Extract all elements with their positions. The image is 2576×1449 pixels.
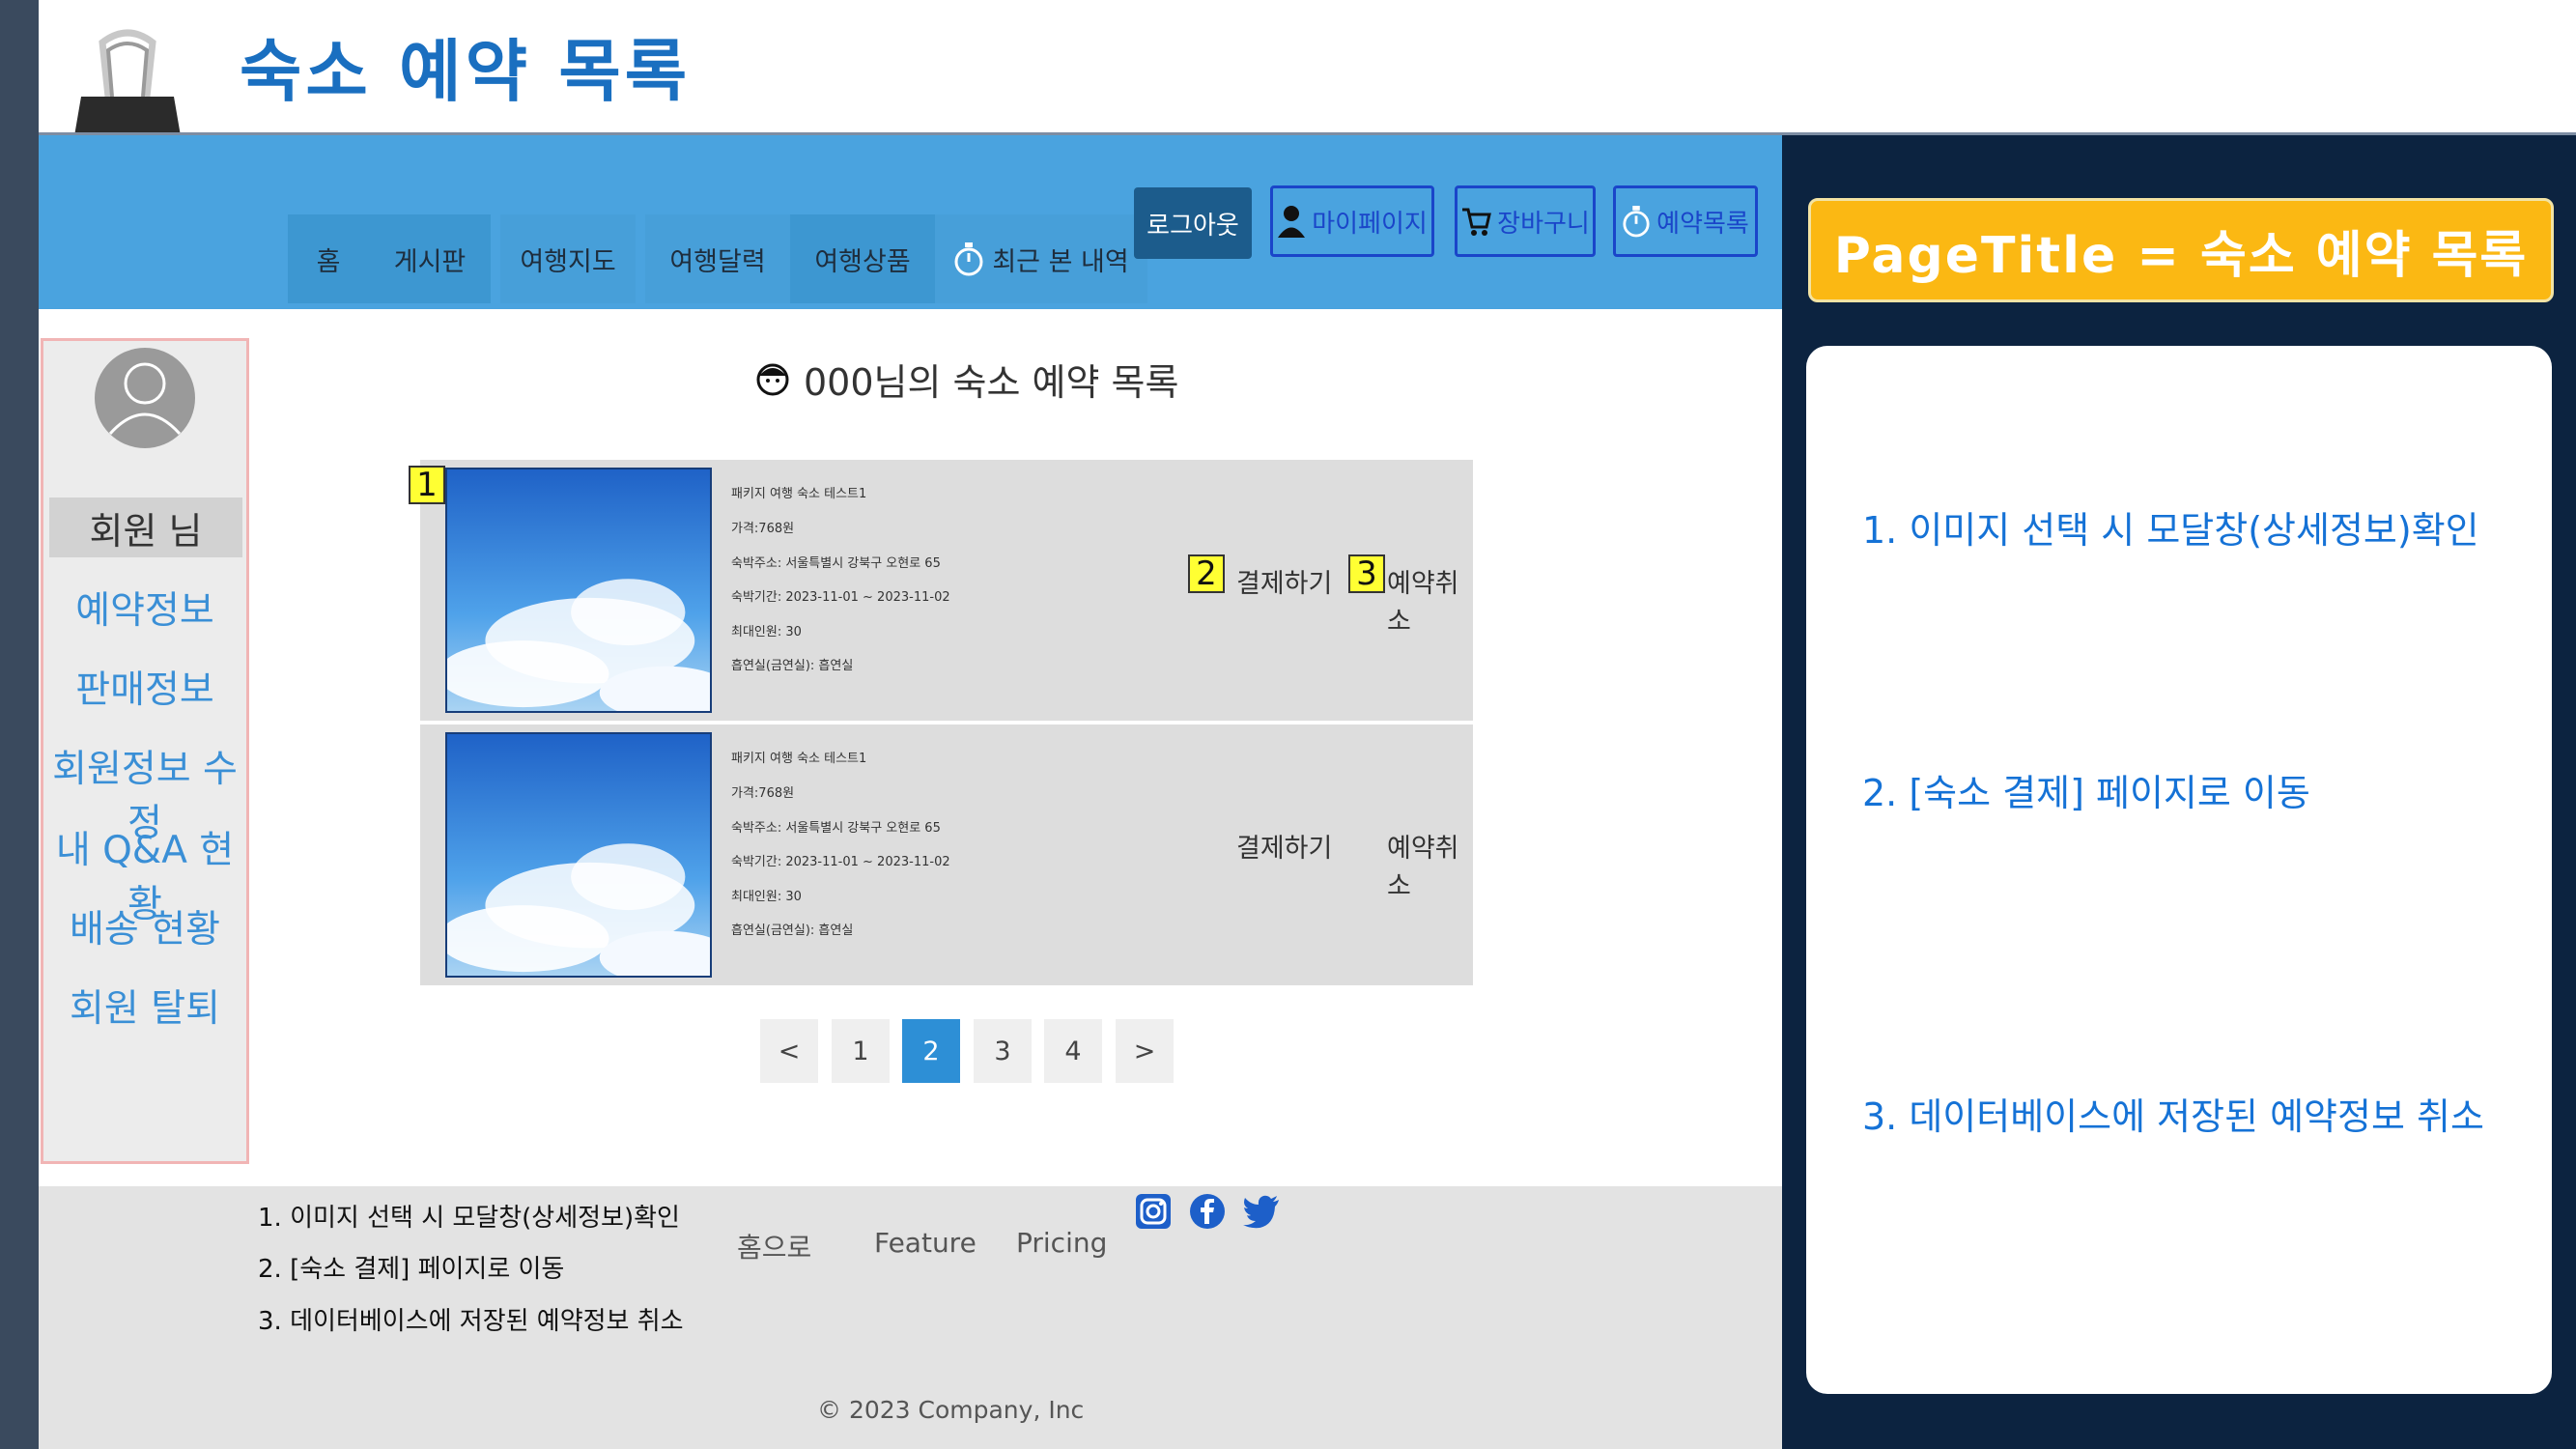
pagination-page-current[interactable]: 2 bbox=[902, 1019, 960, 1083]
room-name: 패키지 여행 숙소 테스트1 bbox=[731, 752, 867, 766]
sidebar-item-sales-info[interactable]: 판매정보 bbox=[43, 660, 246, 714]
cart-label: 장바구니 bbox=[1497, 209, 1590, 239]
reservation-row: 1 패키지 여행 숙소 테스트1 가격:768원 숙박주소: 서울특별시 강북구… bbox=[409, 460, 1473, 721]
reservation-list-label: 예약목록 bbox=[1656, 209, 1749, 239]
person-icon bbox=[1278, 206, 1306, 238]
max-people: 최대인원: 30 bbox=[731, 625, 802, 639]
stay-period: 숙박기간: 2023-11-01 ~ 2023-11-02 bbox=[731, 855, 950, 869]
room-address: 숙박주소: 서울특별시 강북구 오현로 65 bbox=[731, 821, 941, 836]
footer-note: 1. 이미지 선택 시 모달창(상세정보)확인 bbox=[258, 1204, 680, 1233]
max-people: 최대인원: 30 bbox=[731, 890, 802, 904]
smoking-room: 흡연실(금연실): 흡연실 bbox=[731, 659, 854, 673]
annotation-note: 3. 데이터베이스에 저장된 예약정보 취소 bbox=[1862, 1095, 2484, 1138]
smoking-room: 흡연실(금연실): 흡연실 bbox=[731, 923, 854, 938]
reservation-list-button[interactable]: 예약목록 bbox=[1613, 185, 1758, 257]
room-price: 가격:768원 bbox=[731, 522, 795, 536]
stopwatch-icon bbox=[1623, 206, 1650, 238]
footer-note: 3. 데이터베이스에 저장된 예약정보 취소 bbox=[258, 1307, 684, 1336]
mypage-sidebar: 회원 님 예약정보 판매정보 회원정보 수정 내 Q&A 현황 배송 현황 회원… bbox=[41, 338, 249, 1164]
cancel-reservation-button[interactable]: 예약취소 bbox=[1387, 562, 1473, 638]
nav-travel-calendar[interactable]: 여행달력 bbox=[645, 214, 790, 303]
pay-button[interactable]: 결제하기 bbox=[1236, 562, 1332, 600]
top-navbar: 홈 게시판 여행지도 여행달력 여행상품 최근 본 내역 로그아웃 마이페이지 … bbox=[39, 135, 1782, 309]
cart-button[interactable]: 장바구니 bbox=[1455, 185, 1596, 257]
reservation-list-heading: 000님의 숙소 예약 목록 bbox=[755, 353, 1178, 406]
pay-button[interactable]: 결제하기 bbox=[1236, 827, 1332, 865]
document-title: 숙소 예약 목록 bbox=[240, 32, 692, 111]
nav-recent-label: 최근 본 내역 bbox=[992, 246, 1129, 277]
cancel-reservation-button[interactable]: 예약취소 bbox=[1387, 827, 1473, 902]
pagination-page[interactable]: 3 bbox=[974, 1019, 1032, 1083]
room-price: 가격:768원 bbox=[731, 786, 795, 801]
annotation-badge: 1 bbox=[409, 466, 445, 504]
mypage-label: 마이페이지 bbox=[1312, 209, 1428, 239]
mypage-button[interactable]: 마이페이지 bbox=[1270, 185, 1434, 257]
sidebar-item-reservation-info[interactable]: 예약정보 bbox=[43, 581, 246, 635]
room-thumbnail[interactable] bbox=[445, 468, 712, 713]
pagination-page[interactable]: 4 bbox=[1044, 1019, 1102, 1083]
annotation-badge: 3 bbox=[1348, 554, 1385, 593]
footer-link-feature[interactable]: Feature bbox=[874, 1227, 977, 1259]
room-thumbnail[interactable] bbox=[445, 732, 712, 978]
page-screenshot: 홈 게시판 여행지도 여행달력 여행상품 최근 본 내역 로그아웃 마이페이지 … bbox=[39, 135, 1782, 1449]
instagram-icon[interactable] bbox=[1135, 1193, 1172, 1230]
logout-button[interactable]: 로그아웃 bbox=[1134, 187, 1252, 259]
sidebar-item-withdraw[interactable]: 회원 탈퇴 bbox=[43, 979, 246, 1033]
cart-icon bbox=[1462, 208, 1492, 236]
annotation-badge: 2 bbox=[1188, 554, 1225, 593]
footer-link-pricing[interactable]: Pricing bbox=[1016, 1227, 1107, 1259]
reservation-row: 패키지 여행 숙소 테스트1 가격:768원 숙박주소: 서울특별시 강북구 오… bbox=[420, 724, 1473, 985]
room-name: 패키지 여행 숙소 테스트1 bbox=[731, 487, 867, 501]
facebook-icon[interactable] bbox=[1189, 1193, 1226, 1230]
copyright-text: © 2023 Company, Inc bbox=[817, 1396, 1085, 1424]
pagination-prev[interactable]: < bbox=[760, 1019, 818, 1083]
pagination-page[interactable]: 1 bbox=[832, 1019, 890, 1083]
stay-period: 숙박기간: 2023-11-01 ~ 2023-11-02 bbox=[731, 590, 950, 605]
stopwatch-icon bbox=[954, 242, 983, 276]
sidebar-item-delivery-status[interactable]: 배송 현황 bbox=[43, 899, 246, 953]
twitter-icon[interactable] bbox=[1242, 1193, 1281, 1230]
left-strip bbox=[0, 0, 39, 1449]
pagination-next[interactable]: > bbox=[1116, 1019, 1174, 1083]
annotation-note: 2. [숙소 결제] 페이지로 이동 bbox=[1862, 772, 2310, 814]
nav-recent-history[interactable]: 최근 본 내역 bbox=[935, 214, 1147, 303]
nav-home[interactable]: 홈 bbox=[288, 214, 369, 303]
page-title-label: PageTitle = 숙소 예약 목록 bbox=[1808, 198, 2554, 302]
nav-travel-map[interactable]: 여행지도 bbox=[500, 214, 636, 303]
footer-link-home[interactable]: 홈으로 bbox=[737, 1227, 811, 1265]
avatar-icon bbox=[95, 348, 195, 448]
nav-travel-products[interactable]: 여행상품 bbox=[790, 214, 935, 303]
member-name: 회원 님 bbox=[49, 497, 242, 557]
room-address: 숙박주소: 서울특별시 강북구 오현로 65 bbox=[731, 556, 941, 571]
nav-board[interactable]: 게시판 bbox=[369, 214, 491, 303]
annotation-note: 1. 이미지 선택 시 모달창(상세정보)확인 bbox=[1862, 509, 2479, 552]
smiley-icon bbox=[756, 363, 789, 395]
reservation-list-title: 000님의 숙소 예약 목록 bbox=[804, 361, 1179, 404]
footer-note: 2. [숙소 결제] 페이지로 이동 bbox=[258, 1255, 565, 1284]
